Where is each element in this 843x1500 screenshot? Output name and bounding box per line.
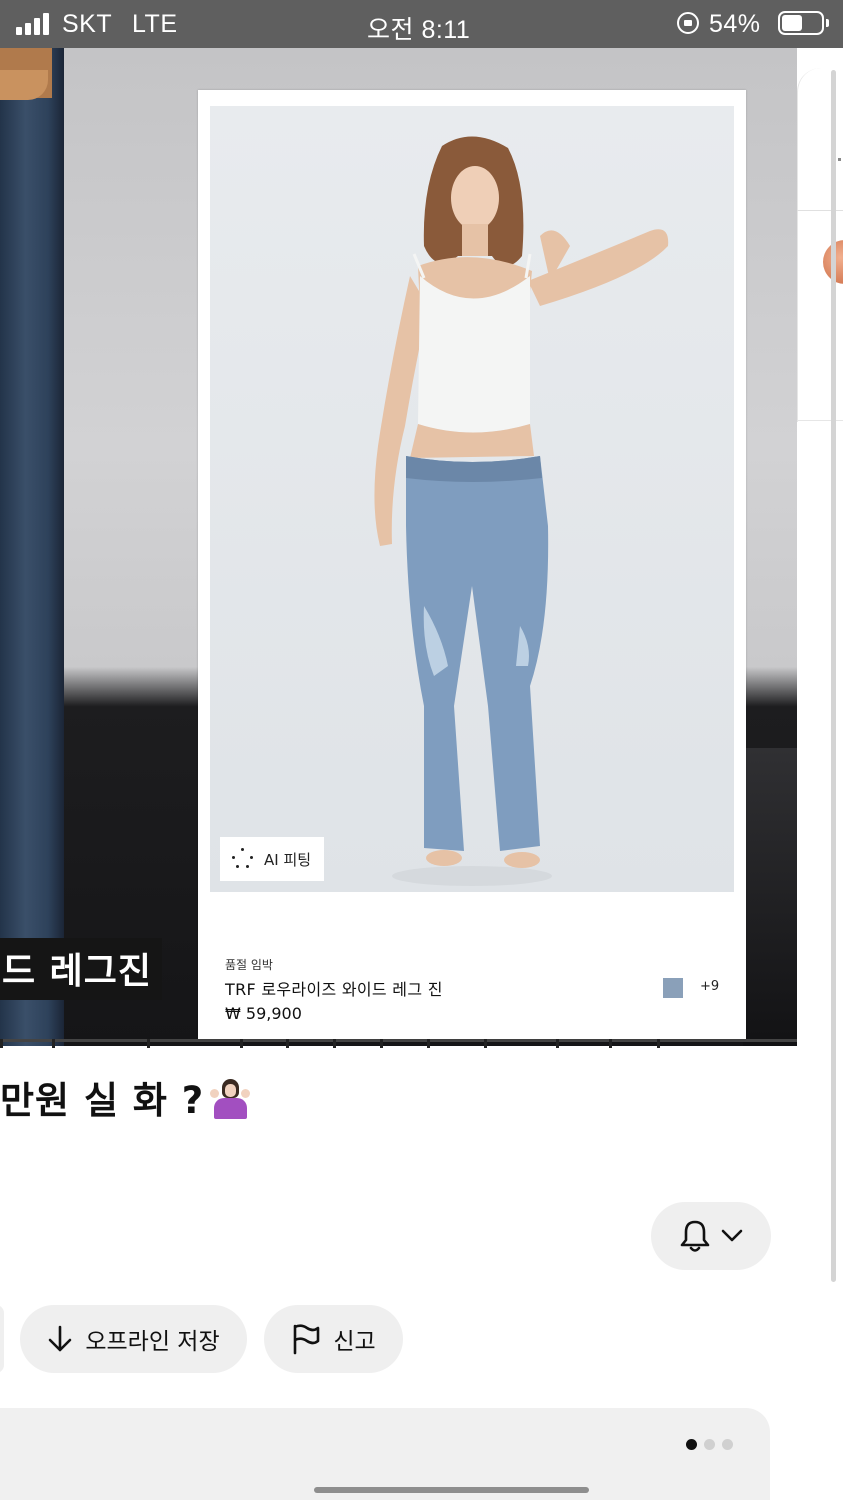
carrier-name: SKT xyxy=(62,10,113,38)
product-name[interactable]: TRF 로우라이즈 와이드 레그 진 xyxy=(225,976,443,1000)
network-type: LTE xyxy=(132,10,178,38)
notification-dropdown-button[interactable] xyxy=(651,1202,771,1270)
product-card[interactable]: AI 피팅 품절 임박 TRF 로우라이즈 와이드 레그 진 ₩ 59,900 … xyxy=(198,90,746,1039)
flag-icon xyxy=(294,1324,320,1355)
person-shrugging-emoji-icon xyxy=(210,1079,251,1119)
sparkle-dots-icon xyxy=(232,848,254,870)
pin-title-text: 만원 실 화 ? xyxy=(0,1079,205,1122)
chevron-down-icon xyxy=(721,1229,743,1242)
previous-photo-jeans xyxy=(0,48,64,1046)
progress-ruler xyxy=(0,1039,797,1048)
banner-text: 드 레그진 xyxy=(0,938,163,1000)
ai-fitting-button[interactable]: AI 피팅 xyxy=(220,837,324,881)
download-arrow-icon xyxy=(49,1325,72,1352)
scrollbar[interactable] xyxy=(831,70,836,1282)
report-button[interactable]: 신고 xyxy=(264,1305,403,1373)
battery-percent: 54% xyxy=(709,10,761,38)
pagination-dots xyxy=(686,1439,733,1450)
offline-save-label: 오프라인 저장 xyxy=(85,1329,220,1355)
signal-strength-icon xyxy=(16,13,54,35)
color-swatch[interactable] xyxy=(663,978,683,998)
model-illustration xyxy=(374,136,669,886)
rotation-lock-icon xyxy=(677,12,699,34)
battery-icon xyxy=(778,11,829,35)
ai-fitting-label: AI 피팅 xyxy=(264,850,312,869)
offline-save-button[interactable]: 오프라인 저장 xyxy=(20,1305,247,1373)
pagination-dot xyxy=(722,1439,733,1450)
product-photo[interactable] xyxy=(210,106,734,892)
sold-out-soon-label: 품절 임박 xyxy=(225,958,273,972)
status-bar: SKT LTE 오전 8:11 54% xyxy=(0,0,843,48)
pagination-dot xyxy=(704,1439,715,1450)
more-colors-count[interactable]: +9 xyxy=(700,979,719,994)
pagination-dot xyxy=(686,1439,697,1450)
pin-title: 만원 실 화 ? xyxy=(0,1070,251,1124)
product-price: ₩ 59,900 xyxy=(225,1004,302,1023)
partial-action-button[interactable] xyxy=(0,1305,4,1373)
bell-icon xyxy=(680,1220,710,1252)
home-indicator[interactable] xyxy=(314,1487,589,1493)
sofa-image xyxy=(743,748,797,1046)
clock: 오전 8:11 xyxy=(367,16,471,44)
report-label: 신고 xyxy=(333,1329,376,1355)
